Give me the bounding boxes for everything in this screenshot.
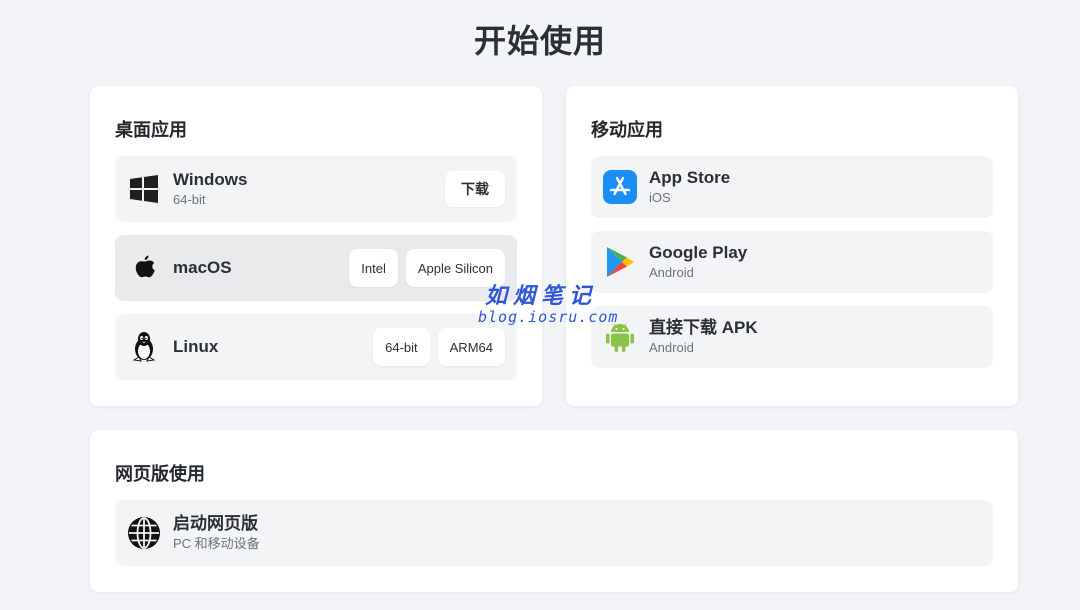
app-store-sub: iOS bbox=[649, 190, 671, 205]
macos-apple-silicon-button[interactable]: Apple Silicon bbox=[405, 249, 505, 287]
google-play-label: Google Play bbox=[649, 243, 748, 262]
web-item-launch[interactable]: 启动网页版 PC 和移动设备 bbox=[115, 500, 993, 566]
mobile-apps-title: 移动应用 bbox=[591, 120, 663, 140]
linux-label: Linux bbox=[173, 337, 219, 356]
desktop-item-macos: macOS Intel Apple Silicon bbox=[115, 235, 517, 301]
desktop-item-linux: Linux 64-bit ARM64 bbox=[115, 314, 517, 380]
windows-sub: 64-bit bbox=[173, 192, 206, 207]
windows-icon bbox=[127, 172, 161, 206]
macos-label: macOS bbox=[173, 258, 232, 277]
linux-icon bbox=[127, 330, 161, 364]
app-store-label: App Store bbox=[649, 168, 731, 187]
windows-label: Windows bbox=[173, 170, 248, 189]
web-title: 网页版使用 bbox=[115, 464, 205, 484]
macos-intel-button[interactable]: Intel bbox=[349, 249, 398, 287]
mobile-item-app-store[interactable]: App Store iOS bbox=[591, 156, 993, 218]
mobile-item-apk[interactable]: 直接下载 APK Android bbox=[591, 306, 993, 368]
desktop-apps-title: 桌面应用 bbox=[115, 120, 187, 140]
linux-arm64-button[interactable]: ARM64 bbox=[437, 328, 505, 366]
web-launch-sub: PC 和移动设备 bbox=[173, 536, 260, 551]
globe-icon bbox=[127, 516, 161, 550]
mobile-item-google-play[interactable]: Google Play Android bbox=[591, 231, 993, 293]
apk-sub: Android bbox=[649, 340, 694, 355]
apk-label: 直接下载 APK bbox=[649, 318, 758, 337]
app-store-icon bbox=[603, 170, 637, 204]
page-title: 开始使用 bbox=[473, 23, 606, 59]
windows-download-button[interactable]: 下载 bbox=[445, 171, 505, 207]
apple-icon bbox=[127, 251, 161, 285]
google-play-icon bbox=[603, 245, 637, 279]
mobile-apps-card: 移动应用 App Store iOS Google Play Android 直… bbox=[566, 86, 1018, 406]
desktop-apps-card: 桌面应用 Windows 64-bit 下载 macOS Intel Apple… bbox=[90, 86, 542, 406]
web-launch-label: 启动网页版 bbox=[173, 514, 258, 533]
web-card: 网页版使用 启动网页版 PC 和移动设备 bbox=[90, 430, 1018, 592]
android-icon bbox=[603, 320, 637, 354]
google-play-sub: Android bbox=[649, 265, 694, 280]
linux-64bit-button[interactable]: 64-bit bbox=[373, 328, 430, 366]
desktop-item-windows: Windows 64-bit 下载 bbox=[115, 156, 517, 222]
